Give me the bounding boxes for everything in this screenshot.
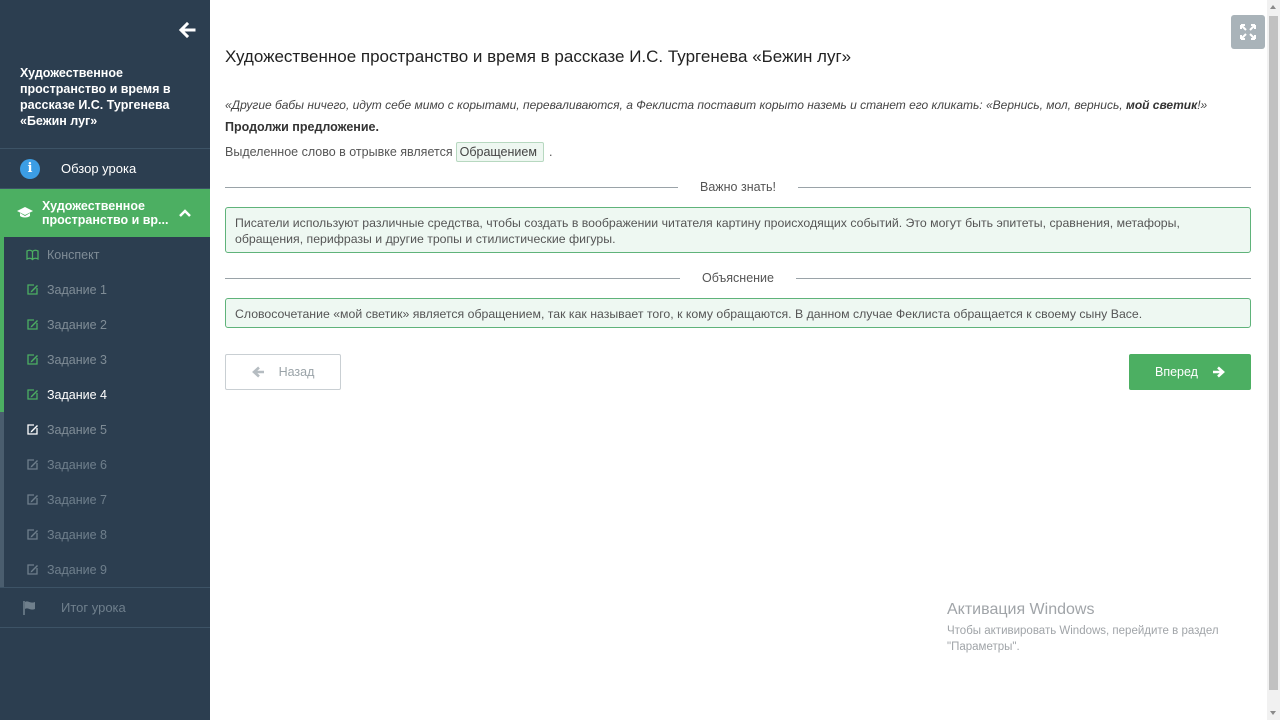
app-window: Художественное пространство и время в ра… xyxy=(0,0,1280,720)
chevron-up-icon[interactable] xyxy=(178,208,192,218)
divider xyxy=(0,627,210,628)
sidebar-section-active[interactable]: Художественное пространство и вр... xyxy=(0,189,210,237)
progress-bar-marker xyxy=(0,447,4,482)
sidebar-item-task-8[interactable]: Задание 8 xyxy=(0,517,210,552)
sidebar-item-label: Задание 9 xyxy=(47,562,108,577)
sidebar-item-task-3[interactable]: Задание 3 xyxy=(0,342,210,377)
back-button[interactable]: Назад xyxy=(225,354,341,390)
arrow-left-icon xyxy=(251,366,264,378)
sidebar-item-task-7[interactable]: Задание 7 xyxy=(0,482,210,517)
flag-icon xyxy=(23,600,35,615)
answer-suffix: . xyxy=(548,145,553,159)
scroll-up-icon[interactable] xyxy=(1270,5,1276,9)
divider xyxy=(225,186,678,188)
page-title: Художественное пространство и время в ра… xyxy=(225,47,852,66)
sidebar-item-label: Задание 3 xyxy=(47,352,108,367)
next-button-label: Вперед xyxy=(1155,365,1198,379)
sidebar-item-label: Задание 8 xyxy=(47,527,108,542)
explanation-box: Словосочетание «мой светик» является обр… xyxy=(225,298,1251,328)
lesson-title: Художественное пространство и время в ра… xyxy=(20,66,171,128)
progress-bar-marker xyxy=(0,377,4,412)
sidebar-item-task-9[interactable]: Задание 9 xyxy=(0,552,210,587)
sidebar-item-label: Задание 7 xyxy=(47,492,108,507)
windows-activation-watermark: Активация Windows Чтобы активировать Win… xyxy=(947,601,1237,655)
divider xyxy=(225,277,680,279)
sidebar-sublist: Конспект Задание 1 Задание 2 Задание 3 З… xyxy=(0,237,210,587)
progress-bar-marker xyxy=(0,552,4,587)
important-separator: Важно знать! xyxy=(225,179,1252,195)
edit-icon xyxy=(27,494,38,505)
progress-bar-marker xyxy=(0,412,4,447)
back-button-label: Назад xyxy=(278,365,315,379)
info-icon: i xyxy=(20,158,40,179)
edit-icon xyxy=(27,459,38,470)
sidebar-item-task-2[interactable]: Задание 2 xyxy=(0,307,210,342)
progress-bar-marker xyxy=(0,272,4,307)
quote-highlight: мой светик xyxy=(1125,98,1198,112)
graduation-cap-icon xyxy=(17,207,33,218)
important-heading: Важно знать! xyxy=(700,180,777,194)
quote-text: «Другие бабы ничего, идут себе мимо с ко… xyxy=(225,98,1265,112)
task-instruction: Продолжи предложение. xyxy=(225,120,379,134)
expand-icon xyxy=(1240,24,1256,40)
sidebar-item-label: Задание 6 xyxy=(47,457,108,472)
page-scrollbar[interactable] xyxy=(1267,0,1280,720)
next-button[interactable]: Вперед xyxy=(1129,354,1251,390)
explanation-heading: Объяснение xyxy=(702,271,774,285)
edit-icon xyxy=(27,354,38,365)
sidebar-item-label: Конспект xyxy=(47,247,100,262)
book-icon xyxy=(26,249,39,261)
progress-bar-marker xyxy=(0,342,4,377)
scroll-down-icon[interactable] xyxy=(1270,711,1276,715)
sidebar-item-konspekt[interactable]: Конспект xyxy=(0,237,210,272)
edit-icon xyxy=(27,529,38,540)
answer-line: Выделенное слово в отрывке является Обра… xyxy=(225,142,552,162)
watermark-title: Активация Windows xyxy=(947,601,1095,618)
edit-icon xyxy=(27,424,38,435)
back-arrow-icon[interactable] xyxy=(178,21,196,39)
section-label: Художественное пространство и вр... xyxy=(42,199,169,227)
sidebar-item-overview[interactable]: i Обзор урока xyxy=(0,149,210,188)
divider xyxy=(796,277,1251,279)
edit-icon xyxy=(27,319,38,330)
divider xyxy=(798,186,1252,188)
sidebar-item-task-4[interactable]: Задание 4 xyxy=(0,377,210,412)
sidebar-item-task-6[interactable]: Задание 6 xyxy=(0,447,210,482)
arrow-right-icon xyxy=(1212,366,1225,378)
progress-bar-marker xyxy=(0,517,4,552)
sidebar-item-label: Обзор урока xyxy=(61,161,137,176)
sidebar-item-label: Задание 1 xyxy=(47,282,108,297)
edit-icon xyxy=(27,284,38,295)
sidebar-item-label: Задание 2 xyxy=(47,317,108,332)
answer-prefix: Выделенное слово в отрывке является xyxy=(225,145,453,159)
progress-bar-marker xyxy=(0,237,4,272)
sidebar-item-task-5[interactable]: Задание 5 xyxy=(0,412,210,447)
progress-bar-marker xyxy=(0,307,4,342)
scrollbar-thumb[interactable] xyxy=(1269,16,1278,690)
watermark-text: Чтобы активировать Windows, перейдите в … xyxy=(947,625,1219,653)
sidebar-item-task-1[interactable]: Задание 1 xyxy=(0,272,210,307)
sidebar-item-label: Итог урока xyxy=(61,600,126,615)
sidebar-item-result[interactable]: Итог урока xyxy=(0,588,210,627)
sidebar: Художественное пространство и время в ра… xyxy=(0,0,210,720)
important-box: Писатели используют различные средства, … xyxy=(225,207,1251,253)
edit-icon xyxy=(27,564,38,575)
quote-start: «Другие бабы ничего, идут себе мимо с ко… xyxy=(225,98,1126,112)
progress-bar-marker xyxy=(0,482,4,517)
sidebar-item-label: Задание 4 xyxy=(47,387,108,402)
answer-field[interactable]: Обращением xyxy=(455,142,544,162)
quote-end: !» xyxy=(1197,98,1208,112)
sidebar-item-label: Задание 5 xyxy=(47,422,108,437)
edit-icon xyxy=(27,389,38,400)
fullscreen-button[interactable] xyxy=(1231,15,1265,49)
explanation-separator: Объяснение xyxy=(225,270,1251,286)
